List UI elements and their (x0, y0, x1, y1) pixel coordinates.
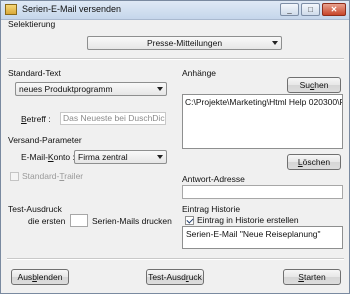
suchen-button[interactable]: Suchen (287, 77, 341, 93)
chevron-down-icon (157, 155, 163, 159)
anhaenge-label: Anhänge (182, 68, 217, 78)
chevron-down-icon (272, 41, 278, 45)
close-button[interactable]: ✕ (322, 3, 346, 16)
antwort-adresse-field[interactable] (182, 185, 343, 199)
historie-text-field[interactable]: Serien-E-Mail "Neue Reiseplanung" (182, 226, 343, 249)
email-konto-value: Firma zentral (78, 152, 128, 162)
betreff-label: Betreff : (21, 114, 51, 124)
test-ausdruck-label: Test-Ausdruck (8, 204, 62, 214)
divider (7, 58, 344, 60)
starten-button[interactable]: Starten (283, 269, 341, 285)
minimize-button[interactable]: _ (280, 3, 299, 16)
antwort-adresse-label: Antwort-Adresse (182, 174, 245, 184)
selektierung-value: Presse-Mitteilungen (146, 38, 223, 48)
standard-text-value: neues Produktprogramm (19, 84, 113, 94)
test-ausdruck-count-field[interactable] (70, 214, 88, 227)
chevron-down-icon (157, 87, 163, 91)
test-ausdruck-suffix: Serien-Mails drucken (92, 216, 172, 226)
envelope-icon (5, 4, 17, 15)
test-ausdruck-prefix: die ersten (28, 216, 66, 226)
test-ausdruck-button[interactable]: Test-Ausdruck (146, 269, 204, 285)
ausblenden-button[interactable]: Ausblenden (11, 269, 69, 285)
versand-parameter-label: Versand-Parameter (8, 135, 82, 145)
historie-label: Eintrag Historie (182, 204, 241, 214)
email-konto-label: E-Mail-Konto : (21, 152, 75, 162)
dialog-window: Serien-E-Mail versenden _ □ ✕ Selektieru… (0, 0, 350, 294)
title-bar[interactable]: Serien-E-Mail versenden _ □ ✕ (1, 1, 349, 20)
selektierung-label: Selektierung (8, 19, 56, 29)
loeschen-button[interactable]: Löschen (287, 154, 341, 170)
standard-text-select[interactable]: neues Produktprogramm (15, 82, 167, 96)
selektierung-select[interactable]: Presse-Mitteilungen (87, 36, 282, 50)
historie-checkbox-label: Eintrag in Historie erstellen (197, 215, 299, 225)
standard-trailer-checkbox[interactable] (10, 172, 19, 181)
maximize-button[interactable]: □ (301, 3, 320, 16)
list-item[interactable]: C:\Projekte\Marketing\Html Help 020300\R… (185, 97, 342, 107)
historie-checkbox[interactable] (185, 216, 194, 225)
betreff-field[interactable]: Das Neueste bei DuschDichSchön (60, 112, 166, 125)
anhaenge-list[interactable]: C:\Projekte\Marketing\Html Help 020300\R… (182, 94, 343, 149)
window-title: Serien-E-Mail versenden (22, 4, 122, 14)
historie-text: Serien-E-Mail "Neue Reiseplanung" (186, 229, 321, 239)
divider (7, 258, 344, 260)
standard-text-label: Standard-Text (8, 68, 61, 78)
standard-trailer-label: Standard-Trailer (22, 171, 84, 181)
email-konto-select[interactable]: Firma zentral (74, 150, 167, 164)
